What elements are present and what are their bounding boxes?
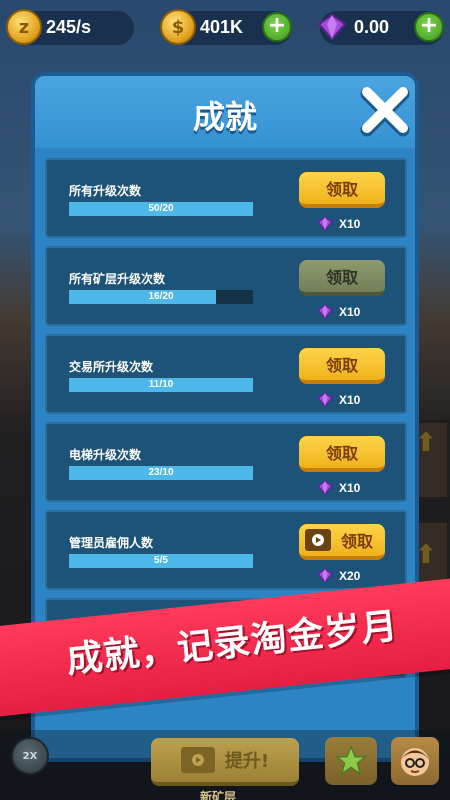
gem-icon bbox=[317, 568, 333, 583]
achievement-row: 电梯升级次数 23/10 领取 X10 bbox=[45, 422, 407, 502]
star-icon bbox=[334, 745, 368, 776]
close-icon bbox=[360, 87, 410, 137]
achievement-row: 所有升级次数 50/20 领取 X10 bbox=[45, 158, 407, 238]
progress-bar: 50/20 bbox=[69, 202, 253, 216]
film-icon bbox=[180, 747, 215, 773]
achievement-row: 交易所升级次数 11/10 领取 X10 bbox=[45, 334, 407, 414]
gems-value: 0.00 bbox=[354, 17, 390, 37]
claim-video-label: 领取 bbox=[340, 532, 373, 551]
gem-icon bbox=[317, 304, 333, 319]
upgrade-button[interactable]: 提升! bbox=[151, 738, 299, 786]
progress-bar: 16/20 bbox=[69, 290, 253, 304]
claim-button[interactable]: 领取 bbox=[299, 348, 385, 384]
modal-header: 成就 bbox=[35, 76, 415, 148]
idle-coin-icon: z bbox=[6, 9, 42, 45]
avatar-icon bbox=[401, 748, 429, 776]
reward: X20 bbox=[317, 568, 360, 583]
video-ad-icon bbox=[305, 529, 331, 551]
progress-text: 23/10 bbox=[148, 467, 174, 478]
gem-icon bbox=[317, 216, 333, 231]
progress-bar: 5/5 bbox=[69, 554, 253, 568]
coins-value: 401K bbox=[200, 17, 244, 37]
achievement-label: 所有矿层升级次数 bbox=[69, 272, 166, 286]
achievement-label: 所有升级次数 bbox=[69, 184, 142, 198]
progress-text: 50/20 bbox=[148, 203, 174, 214]
boost-2x-button[interactable]: 2X bbox=[11, 737, 49, 775]
gem-icon bbox=[317, 480, 333, 495]
reward: X10 bbox=[317, 480, 360, 495]
reward-amount: X10 bbox=[339, 480, 361, 495]
reward: X10 bbox=[317, 216, 360, 231]
add-gems-button[interactable]: + bbox=[414, 12, 444, 42]
gem-icon bbox=[317, 392, 333, 407]
progress-bar: 23/10 bbox=[69, 466, 253, 480]
close-button[interactable] bbox=[357, 84, 413, 140]
claim-button-disabled[interactable]: 领取 bbox=[299, 260, 385, 296]
achievement-label: 交易所升级次数 bbox=[69, 360, 154, 374]
progress-text: 11/10 bbox=[148, 379, 174, 390]
progress-text: 16/20 bbox=[148, 291, 174, 302]
gem-icon bbox=[314, 9, 350, 45]
achievement-row: 管理员雇佣人数 5/5 领取 X20 bbox=[45, 510, 407, 590]
progress-bar: 11/10 bbox=[69, 378, 253, 392]
claim-button[interactable]: 领取 bbox=[299, 172, 385, 208]
achievements-star-button[interactable] bbox=[325, 737, 377, 785]
reward-amount: X20 bbox=[339, 568, 361, 583]
add-coins-button[interactable]: + bbox=[262, 12, 292, 42]
reward-amount: X10 bbox=[339, 392, 361, 407]
achievement-label: 电梯升级次数 bbox=[69, 448, 142, 462]
upgrade-label: 提升! bbox=[224, 751, 270, 772]
claim-button[interactable]: 领取 bbox=[299, 436, 385, 472]
new-level-label: 新矿层 bbox=[200, 790, 237, 800]
claim-video-button[interactable]: 领取 bbox=[299, 524, 385, 560]
achievement-row: 所有矿层升级次数 16/20 领取 X10 bbox=[45, 246, 407, 326]
manager-avatar-button[interactable] bbox=[391, 737, 439, 785]
reward-amount: X10 bbox=[339, 304, 361, 319]
reward: X10 bbox=[317, 304, 360, 319]
reward: X10 bbox=[317, 392, 360, 407]
achievement-label: 管理员雇佣人数 bbox=[69, 536, 154, 550]
coin-icon: $ bbox=[160, 9, 196, 45]
reward-amount: X10 bbox=[339, 216, 361, 231]
progress-text: 5/5 bbox=[154, 555, 168, 566]
idle-rate-value: 245/s bbox=[46, 17, 92, 37]
